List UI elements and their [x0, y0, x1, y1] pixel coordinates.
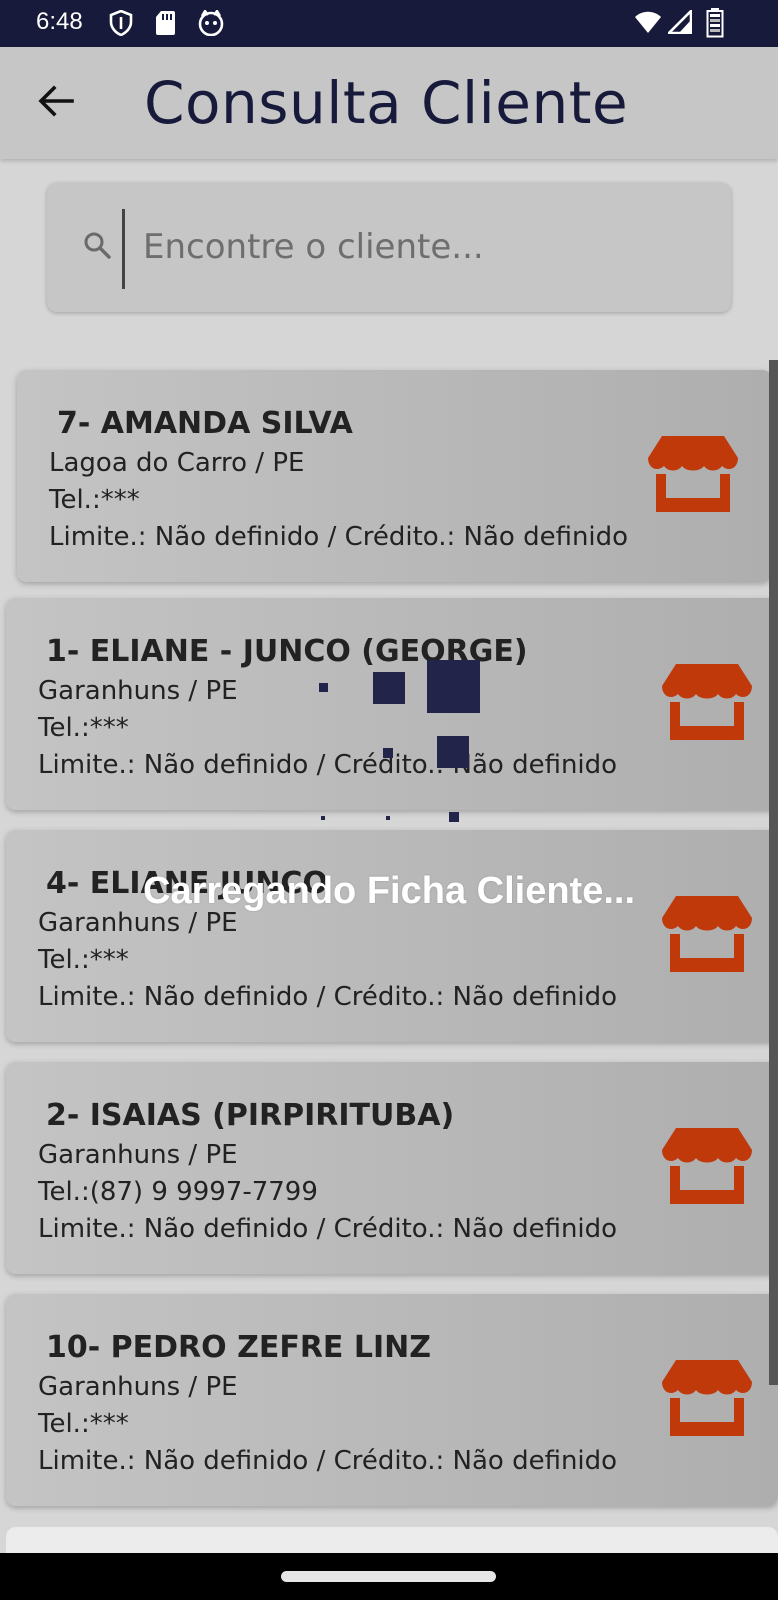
loader-square	[449, 812, 459, 822]
client-limit: Limite.: Não definido	[49, 522, 320, 552]
client-card[interactable]: 10- PEDRO ZEFRE LINZ Garanhuns / PE Tel.…	[6, 1294, 778, 1506]
client-limits: Limite.: Não definido / Crédito.: Não de…	[49, 522, 628, 552]
store-icon	[648, 436, 738, 512]
loading-message: Carregando Ficha Cliente...	[143, 870, 635, 912]
store-icon	[662, 1360, 752, 1436]
client-name: 10- PEDRO ZEFRE LINZ	[46, 1330, 431, 1365]
search-input[interactable]	[143, 221, 703, 273]
client-card[interactable]: 7- AMANDA SILVA Lagoa do Carro / PE Tel.…	[17, 370, 772, 582]
limits-separator: /	[316, 1214, 326, 1244]
client-name: 7- AMANDA SILVA	[57, 406, 353, 441]
client-city: Lagoa do Carro / PE	[49, 448, 305, 478]
client-limits: Limite.: Não definido / Crédito.: Não de…	[38, 1214, 617, 1244]
text-cursor	[122, 209, 125, 289]
client-limits: Limite.: Não definido / Crédito.: Não de…	[38, 982, 617, 1012]
battery-icon	[706, 8, 724, 42]
page-title: Consulta Cliente	[144, 69, 629, 137]
client-card[interactable]: 4- ELIANE JUNCO Garanhuns / PE Tel.:*** …	[6, 830, 778, 1042]
wifi-icon	[634, 10, 662, 38]
client-city: Garanhuns / PE	[38, 1372, 238, 1402]
store-icon	[662, 664, 752, 740]
loader-square	[321, 816, 325, 820]
client-credit: Crédito.: Não definido	[333, 982, 618, 1012]
client-phone: Tel.:***	[38, 945, 129, 975]
client-name: 1- ELIANE - JUNCO (GEORGE)	[46, 634, 528, 669]
client-phone: Tel.:***	[49, 485, 140, 515]
client-phone: Tel.:***	[38, 1409, 129, 1439]
client-limits: Limite.: Não definido / Crédito.: Não de…	[38, 750, 617, 780]
search-icon	[83, 231, 111, 263]
client-limit: Limite.: Não definido	[38, 982, 309, 1012]
client-limit: Limite.: Não definido	[38, 1214, 309, 1244]
client-name: 2- ISAIAS (PIRPIRITUBA)	[46, 1098, 455, 1133]
app-bar: Consulta Cliente	[0, 47, 778, 159]
cat-icon	[197, 8, 225, 37]
limits-separator: /	[316, 1446, 326, 1476]
limits-separator: /	[316, 750, 326, 780]
client-credit: Crédito.: Não definido	[333, 1446, 618, 1476]
sd-card-icon	[155, 10, 175, 36]
loader-square	[386, 816, 390, 820]
client-phone: Tel.:(87) 9 9997-7799	[38, 1177, 318, 1207]
home-handle[interactable]	[281, 1571, 496, 1582]
back-button[interactable]	[32, 77, 80, 125]
client-limits: Limite.: Não definido / Crédito.: Não de…	[38, 1446, 617, 1476]
status-bar: 6:48	[0, 0, 778, 47]
navigation-bar	[0, 1553, 778, 1600]
store-icon	[662, 1128, 752, 1204]
signal-icon	[665, 7, 693, 38]
limits-separator: /	[327, 522, 337, 552]
client-credit: Crédito.: Não definido	[344, 522, 629, 552]
limits-separator: /	[316, 982, 326, 1012]
client-city: Garanhuns / PE	[38, 676, 238, 706]
client-card[interactable]: 1- ELIANE - JUNCO (GEORGE) Garanhuns / P…	[6, 598, 778, 810]
client-phone: Tel.:***	[38, 713, 129, 743]
shield-icon	[109, 9, 133, 37]
client-city: Garanhuns / PE	[38, 1140, 238, 1170]
client-limit: Limite.: Não definido	[38, 1446, 309, 1476]
client-credit: Crédito.: Não definido	[333, 1214, 618, 1244]
arrow-left-icon	[38, 85, 74, 117]
client-credit: Crédito.: Não definido	[333, 750, 618, 780]
status-time: 6:48	[36, 8, 83, 35]
client-limit: Limite.: Não definido	[38, 750, 309, 780]
client-card[interactable]: 2- ISAIAS (PIRPIRITUBA) Garanhuns / PE T…	[6, 1062, 778, 1274]
search-box[interactable]	[47, 183, 731, 312]
